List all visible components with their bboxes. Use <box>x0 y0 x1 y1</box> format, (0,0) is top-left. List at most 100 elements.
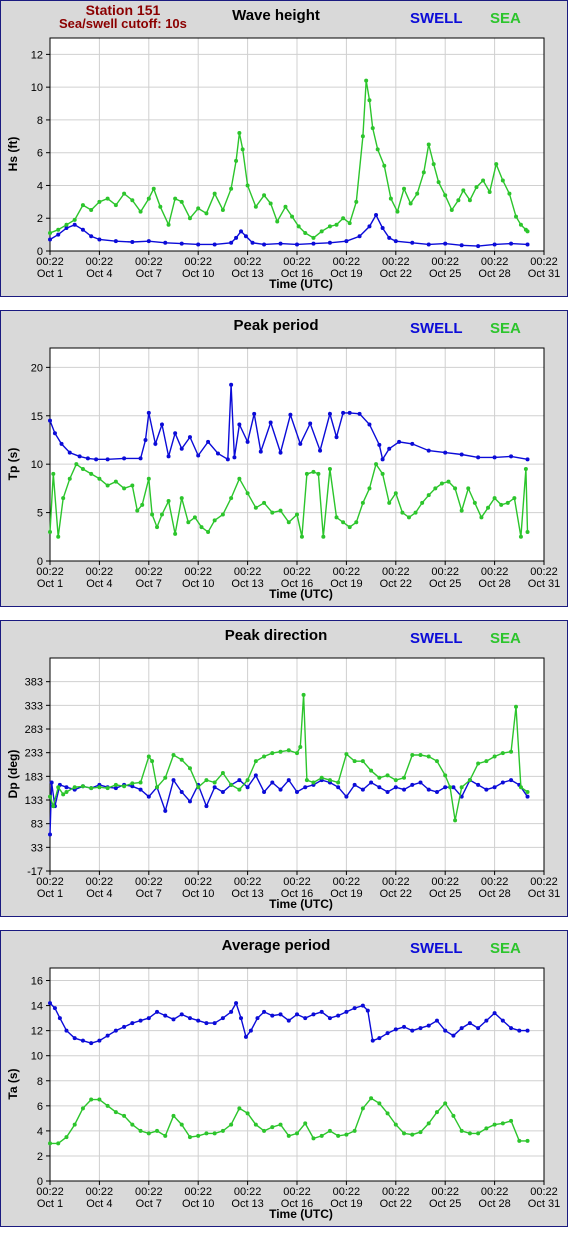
y-tick-label: 20 <box>31 362 43 374</box>
y-tick-label: 10 <box>31 459 43 471</box>
sea-data-point <box>275 219 280 224</box>
swell-data-point <box>525 457 530 462</box>
swell-data-point <box>153 441 158 446</box>
sea-data-point <box>360 759 365 764</box>
x-tick-label-date: Oct 31 <box>528 578 560 590</box>
swell-data-point <box>85 456 90 461</box>
sea-data-point <box>150 512 155 517</box>
sea-data-point <box>240 147 245 152</box>
y-tick-label: 10 <box>31 82 43 94</box>
swell-data-point <box>237 422 242 427</box>
swell-data-point <box>130 239 135 244</box>
sea-data-point <box>400 510 405 515</box>
sea-data-point <box>431 162 436 167</box>
swell-data-point <box>122 456 127 461</box>
sea-data-point <box>135 508 140 513</box>
swell-data-point <box>311 241 316 246</box>
sea-data-point <box>303 230 308 235</box>
sea-data-point <box>299 534 304 539</box>
swell-data-point <box>459 243 464 248</box>
x-tick-label-time: 00:22 <box>86 876 114 888</box>
swell-data-point <box>377 442 382 447</box>
sea-data-point <box>97 199 102 204</box>
x-tick-label-date: Oct 19 <box>330 268 362 280</box>
sea-data-point <box>525 229 530 234</box>
x-tick-label-date: Oct 13 <box>231 888 263 900</box>
x-tick-label-date: Oct 22 <box>380 1198 412 1210</box>
sea-data-point <box>370 126 375 131</box>
x-tick-label-date: Oct 13 <box>231 578 263 590</box>
swell-data-point <box>48 1001 52 1006</box>
x-tick-label-date: Oct 4 <box>86 888 112 900</box>
plot-area: 024681012141600:22Oct 100:22Oct 400:22Oc… <box>31 967 560 1210</box>
swell-data-point <box>410 1028 415 1033</box>
x-tick-label-date: Oct 25 <box>429 578 461 590</box>
y-tick-label: 12 <box>31 1026 43 1038</box>
sea-data-point <box>187 216 192 221</box>
sea-data-point <box>286 748 291 753</box>
x-tick-label-time: 00:22 <box>184 876 212 888</box>
sea-data-point <box>61 496 66 501</box>
sea-data-point <box>426 142 431 147</box>
swell-data-point <box>196 453 201 458</box>
swell-data-point <box>525 1028 530 1033</box>
sea-data-point <box>316 471 321 476</box>
sea-data-point <box>179 1122 184 1127</box>
sea-data-point <box>448 785 453 790</box>
sea-data-point <box>420 500 425 505</box>
swell-data-point <box>476 244 481 249</box>
swell-data-point <box>138 1018 143 1023</box>
sea-data-point <box>421 170 426 175</box>
swell-data-point <box>166 454 171 459</box>
swell-data-point <box>509 454 514 459</box>
swell-data-point <box>171 1017 176 1022</box>
sea-data-point <box>229 186 234 191</box>
swell-data-point <box>410 441 415 446</box>
sea-data-point <box>341 520 346 525</box>
sea-data-point <box>146 476 151 481</box>
swell-data-point <box>387 235 392 240</box>
x-tick-label-time: 00:22 <box>283 876 311 888</box>
sea-data-point <box>525 1138 530 1143</box>
swell-data-point <box>94 457 99 462</box>
sea-data-point <box>382 163 387 168</box>
sea-data-point <box>113 782 118 787</box>
swell-data-point <box>89 1041 94 1046</box>
sea-data-point <box>304 471 309 476</box>
x-tick-label-time: 00:22 <box>333 256 361 268</box>
sea-data-point <box>456 198 461 203</box>
swell-data-point <box>295 1012 299 1017</box>
x-tick-label-date: Oct 13 <box>231 1198 263 1210</box>
swell-data-point <box>245 785 250 790</box>
sea-data-point <box>443 193 448 198</box>
x-tick-label-time: 00:22 <box>382 876 410 888</box>
sea-data-point <box>426 754 431 759</box>
sea-data-point <box>525 529 530 534</box>
sea-data-point <box>500 178 505 183</box>
swell-data-point <box>426 787 431 792</box>
swell-data-point <box>212 785 217 790</box>
x-tick-label-date: Oct 31 <box>528 268 560 280</box>
y-tick-label: 15 <box>31 411 43 423</box>
sea-data-point <box>367 98 372 103</box>
swell-data-point <box>179 241 184 246</box>
swell-data-point <box>443 1028 448 1033</box>
x-tick-label-time: 00:22 <box>431 876 459 888</box>
swell-data-point <box>204 804 209 809</box>
swell-data-point <box>344 1009 349 1014</box>
swell-data-point <box>253 773 258 778</box>
y-tick-label: 183 <box>25 771 43 783</box>
sea-data-point <box>166 222 171 227</box>
sea-data-point <box>449 208 454 213</box>
swell-data-point <box>270 1013 275 1018</box>
sea-data-point <box>245 183 250 188</box>
sea-data-point <box>80 1106 85 1111</box>
sea-data-point <box>204 211 209 216</box>
sea-data-point <box>122 486 127 491</box>
sea-data-point <box>408 201 413 206</box>
swell-data-point <box>410 782 415 787</box>
x-tick-label-date: Oct 31 <box>528 1198 560 1210</box>
swell-data-point <box>105 1033 110 1038</box>
sea-data-point <box>212 518 217 523</box>
sea-data-point <box>334 515 339 520</box>
